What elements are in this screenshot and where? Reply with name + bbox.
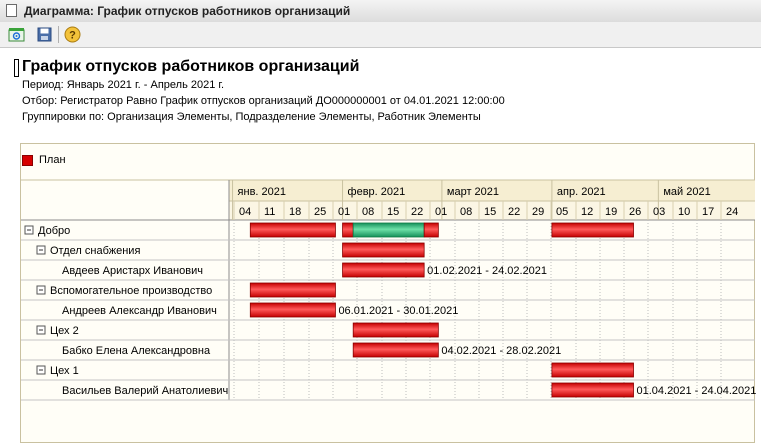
week-label: 17 xyxy=(702,206,714,218)
month-label: май 2021 xyxy=(663,186,710,198)
week-label: 19 xyxy=(605,206,617,218)
svg-text:?: ? xyxy=(69,30,76,42)
vacation-period-label: 01.04.2021 - 24.04.2021 xyxy=(637,385,757,397)
week-label: 01 xyxy=(435,206,447,218)
vacation-period-label: 01.02.2021 - 24.02.2021 xyxy=(427,265,547,277)
window-titlebar: Диаграмма: График отпусков работников ор… xyxy=(0,0,761,23)
vacation-bar[interactable] xyxy=(249,282,336,298)
week-label: 22 xyxy=(411,206,423,218)
week-label: 18 xyxy=(289,206,301,218)
week-label: 26 xyxy=(629,206,641,218)
week-label: 03 xyxy=(653,206,665,218)
month-label: янв. 2021 xyxy=(238,186,286,198)
vacation-bar[interactable] xyxy=(342,222,354,238)
group-name: Добро xyxy=(38,225,70,237)
month-label: февр. 2021 xyxy=(348,186,406,198)
refresh-report-icon[interactable] xyxy=(7,25,26,44)
vacation-bar[interactable] xyxy=(551,362,634,378)
month-label: апр. 2021 xyxy=(557,186,606,198)
group-name: Цех 1 xyxy=(50,365,79,377)
window-title: Диаграмма: График отпусков работников ор… xyxy=(24,4,351,18)
week-label: 10 xyxy=(678,206,690,218)
group-name: Отдел снабжения xyxy=(50,245,140,257)
employee-name: Васильев Валерий Анатолиевич xyxy=(62,385,228,397)
group-name: Цех 2 xyxy=(50,325,79,337)
help-icon[interactable]: ? xyxy=(63,25,82,44)
week-label: 11 xyxy=(264,206,275,218)
week-label: 05 xyxy=(556,206,568,218)
vacation-bar[interactable] xyxy=(342,262,425,278)
week-label: 29 xyxy=(532,206,544,218)
week-label: 15 xyxy=(387,206,399,218)
vacation-bar[interactable] xyxy=(249,222,336,238)
week-label: 25 xyxy=(314,206,326,218)
toolbar: ? xyxy=(0,22,761,48)
week-label: 08 xyxy=(460,206,472,218)
employee-name: Авдеев Аристарх Иванович xyxy=(62,265,203,277)
toolbar-separator xyxy=(58,26,59,43)
vacation-bar[interactable] xyxy=(249,302,336,318)
employee-name: Бабко Елена Александровна xyxy=(62,345,211,357)
vacation-period-label: 04.02.2021 - 28.02.2021 xyxy=(441,345,561,357)
vacation-period-label: 06.01.2021 - 30.01.2021 xyxy=(338,305,458,317)
gantt-chart: янв. 2021 февр. 2021 март 2021 апр. 2021 май… xyxy=(21,179,757,401)
report-area: График отпусков работников организаций П… xyxy=(0,48,761,443)
month-label: март 2021 xyxy=(447,186,499,198)
week-label: 01 xyxy=(338,206,350,218)
document-icon xyxy=(6,4,17,17)
week-label: 12 xyxy=(581,206,593,218)
vacation-bar[interactable] xyxy=(342,242,425,258)
vacation-bar[interactable] xyxy=(352,322,439,338)
week-label: 24 xyxy=(726,206,738,218)
vacation-bar[interactable] xyxy=(551,382,634,398)
week-label: 08 xyxy=(362,206,374,218)
week-label: 15 xyxy=(484,206,496,218)
vacation-bar[interactable] xyxy=(352,222,425,238)
vacation-bar[interactable] xyxy=(551,222,634,238)
group-name: Вспомогательное производство xyxy=(50,285,212,297)
vacation-bar[interactable] xyxy=(352,342,439,358)
week-label: 04 xyxy=(239,206,251,218)
employee-name: Андреев Александр Иванович xyxy=(62,305,217,317)
vacation-bar[interactable] xyxy=(423,222,439,238)
week-label: 22 xyxy=(508,206,520,218)
save-icon[interactable] xyxy=(35,25,54,44)
